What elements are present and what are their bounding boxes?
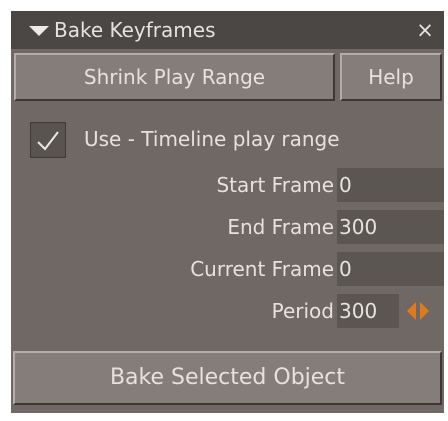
current-frame-field[interactable]: 0	[337, 252, 444, 286]
help-button[interactable]: Help	[340, 53, 442, 101]
start-frame-field[interactable]: 0	[337, 168, 444, 202]
close-icon[interactable]: ×	[410, 11, 440, 49]
checkmark-icon	[37, 131, 59, 151]
end-frame-field[interactable]: 300	[337, 210, 444, 244]
triangle-down-icon[interactable]	[29, 11, 49, 49]
bake-keyframes-panel: Bake Keyframes × Shrink Play Range Help …	[11, 11, 444, 413]
left-right-arrows-icon[interactable]	[403, 294, 435, 328]
period-label: Period	[271, 299, 334, 323]
use-timeline-checkbox[interactable]	[30, 122, 66, 158]
period-field[interactable]: 300	[337, 294, 399, 328]
start-frame-label: Start Frame	[216, 173, 334, 197]
end-frame-label: End Frame	[227, 215, 334, 239]
shrink-play-range-button[interactable]: Shrink Play Range	[14, 53, 335, 101]
panel-titlebar: Bake Keyframes ×	[11, 11, 444, 49]
bake-selected-object-button[interactable]: Bake Selected Object	[13, 351, 442, 405]
use-timeline-label: Use - Timeline play range	[84, 127, 340, 151]
panel-title: Bake Keyframes	[54, 18, 216, 42]
current-frame-label: Current Frame	[190, 257, 334, 281]
